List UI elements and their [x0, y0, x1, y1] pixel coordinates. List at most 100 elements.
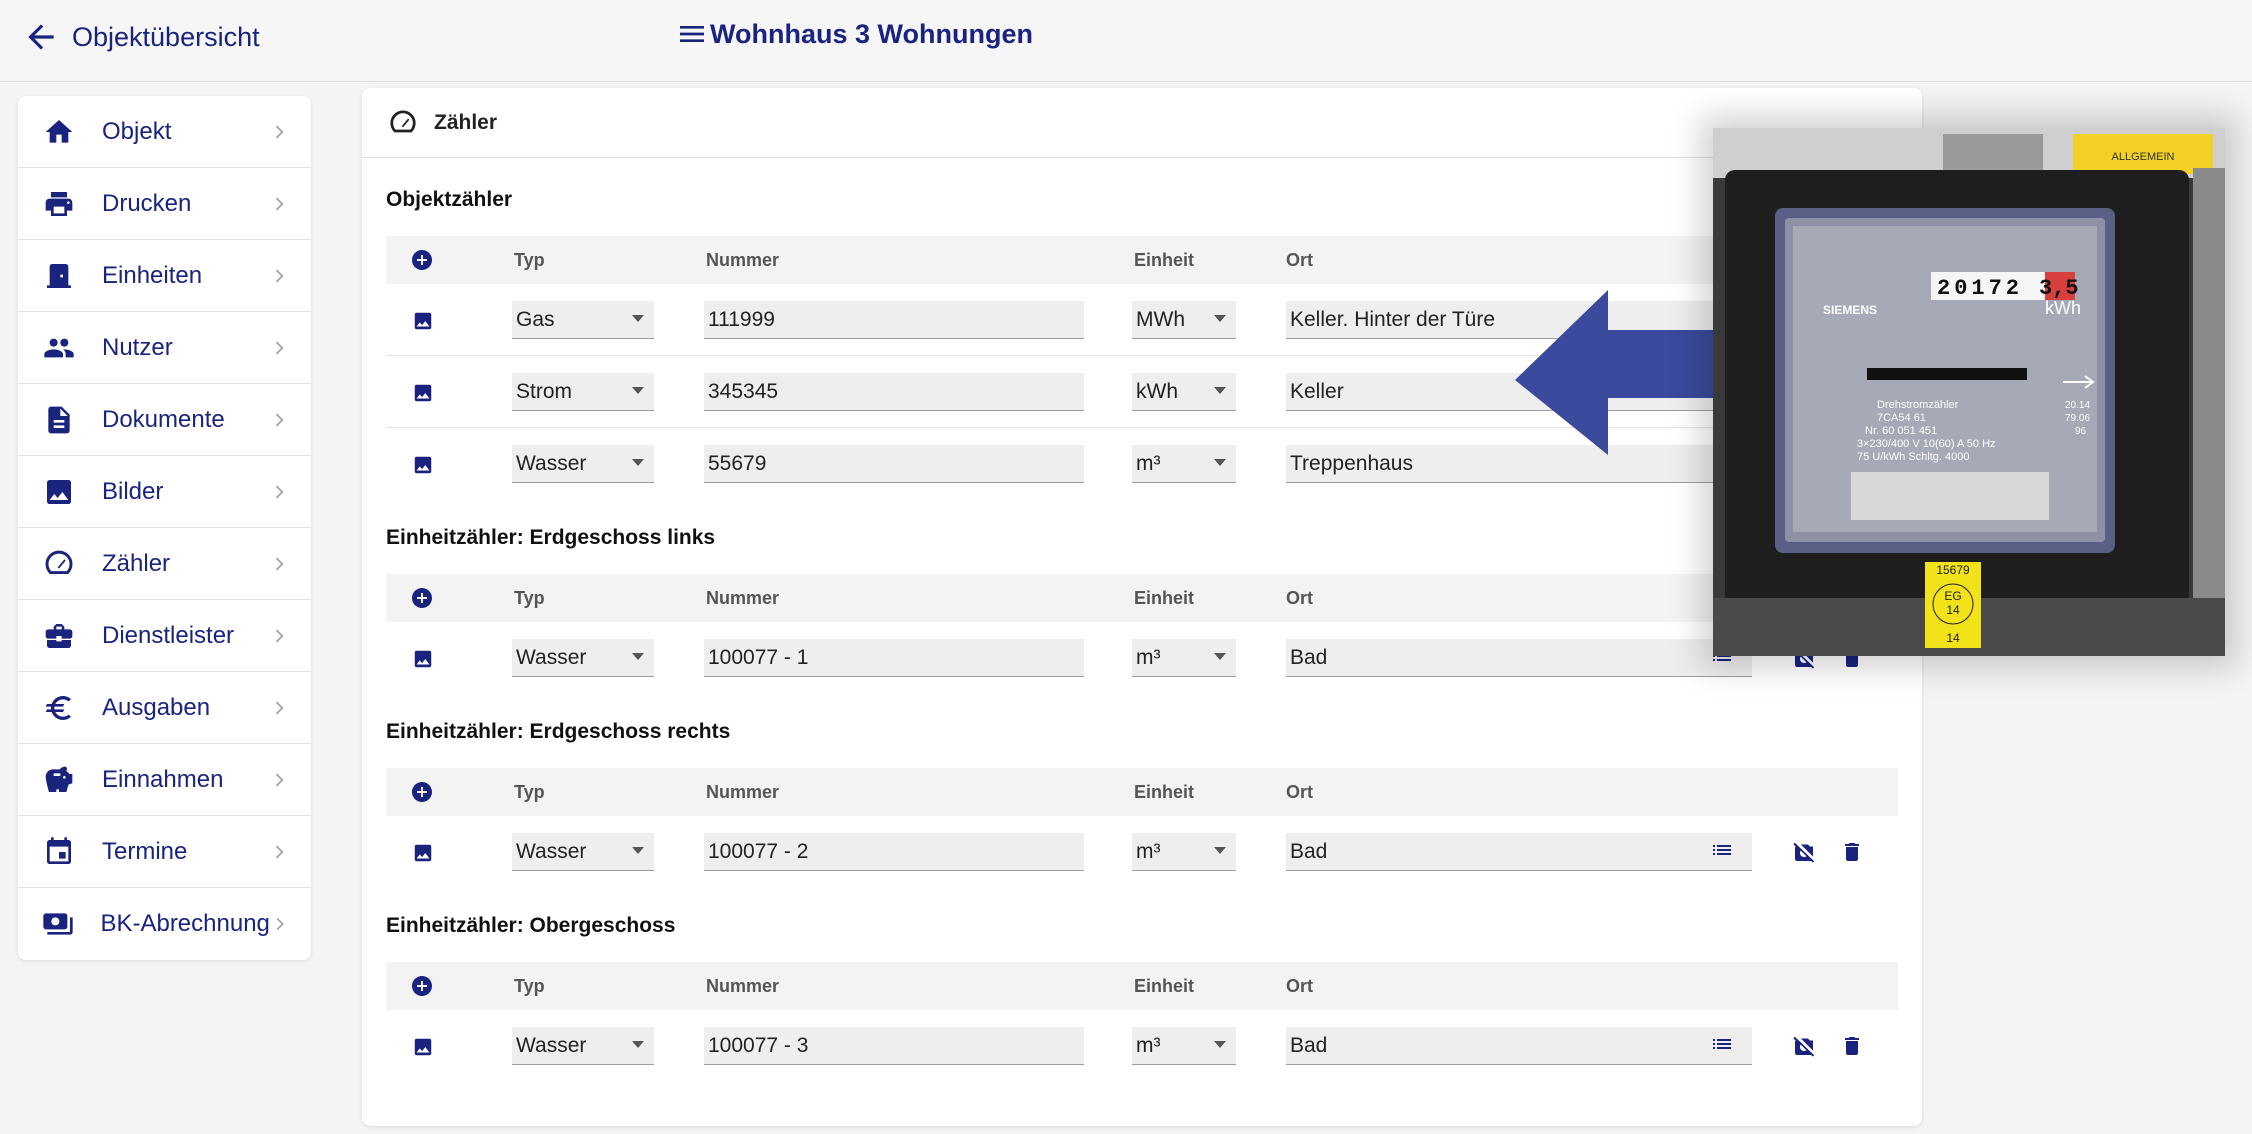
brand-label: SIEMENS: [1823, 303, 1877, 317]
typ-value: Wasser: [516, 452, 587, 475]
add-circle-icon[interactable]: [410, 586, 434, 610]
sidebar-item-drucken[interactable]: Drucken: [18, 168, 311, 240]
chevron-right-icon: [275, 485, 284, 498]
sidebar-item-label: Nutzer: [102, 333, 173, 361]
add-circle-icon[interactable]: [410, 248, 434, 272]
typ-value: Strom: [516, 380, 573, 403]
nummer-input[interactable]: 111999: [704, 301, 1084, 339]
column-header-nummer: Nummer: [706, 782, 780, 802]
image-icon[interactable]: [412, 310, 434, 332]
column-header-einheit: Einheit: [1134, 782, 1195, 802]
einheit-value: m³: [1136, 1034, 1161, 1057]
sidebar-item-label: Drucken: [102, 189, 192, 217]
image-icon[interactable]: [412, 454, 434, 476]
sidebar-item-ausgaben[interactable]: Ausgaben: [18, 672, 311, 744]
sticker-bottom: 14: [1946, 631, 1960, 645]
add-circle-icon[interactable]: [410, 974, 434, 998]
image-icon[interactable]: [412, 648, 434, 670]
meter-type: Drehstromzähler: [1877, 399, 1959, 411]
no-photo-icon[interactable]: [1792, 1034, 1816, 1058]
column-header-ort: Ort: [1286, 588, 1313, 608]
column-header-nummer: Nummer: [706, 588, 780, 608]
einheit-value: m³: [1136, 452, 1161, 475]
image-icon[interactable]: [412, 1036, 434, 1058]
typ-value: Gas: [516, 308, 555, 331]
sidebar-item-dokumente[interactable]: Dokumente: [18, 384, 311, 456]
image-icon[interactable]: [412, 842, 434, 864]
sidebar-item-dienstleister[interactable]: Dienstleister: [18, 600, 311, 672]
typ-select[interactable]: Strom: [512, 373, 654, 411]
sidebar-item-einnahmen[interactable]: Einnahmen: [18, 744, 311, 816]
typ-select[interactable]: Wasser: [512, 833, 654, 871]
sidebar-item-termine[interactable]: Termine: [18, 816, 311, 888]
card-header: Zähler: [362, 88, 1922, 158]
add-circle-icon[interactable]: [410, 780, 434, 804]
sidebar-item-objekt[interactable]: Objekt: [18, 96, 311, 168]
einheit-select[interactable]: kWh: [1132, 373, 1236, 411]
sidebar-item-bilder[interactable]: Bilder: [18, 456, 311, 528]
einheit-select[interactable]: m³: [1132, 1027, 1236, 1065]
nummer-input[interactable]: 55679: [704, 445, 1084, 483]
sidebar-item-label: Dokumente: [102, 405, 225, 433]
no-photo-icon[interactable]: [1792, 840, 1816, 864]
home-icon: [42, 115, 76, 149]
trash-icon[interactable]: [1840, 1034, 1864, 1058]
einheit-select[interactable]: m³: [1132, 639, 1236, 677]
back-label: Objektübersicht: [72, 21, 260, 52]
list-icon[interactable]: [1710, 1032, 1734, 1056]
sidebar-item-einheiten[interactable]: Einheiten: [18, 240, 311, 312]
piggy-bank-icon: [42, 763, 76, 797]
typ-select[interactable]: Wasser: [512, 445, 654, 483]
dropdown-arrow-icon: [632, 847, 644, 854]
ort-input[interactable]: Bad: [1286, 1027, 1752, 1065]
nummer-input[interactable]: 100077 - 1: [704, 639, 1084, 677]
list-icon[interactable]: [1710, 838, 1734, 862]
briefcase-icon: [42, 619, 76, 653]
section-title: Einheitzähler: Erdgeschoss rechts: [386, 720, 731, 743]
typ-select[interactable]: Wasser: [512, 1027, 654, 1065]
typ-value: Wasser: [516, 646, 587, 669]
ort-input[interactable]: Bad: [1286, 639, 1752, 677]
nummer-input[interactable]: 345345: [704, 373, 1084, 411]
speedometer-icon: [390, 110, 416, 132]
section-title: Einheitzähler: Obergeschoss: [386, 914, 676, 937]
einheit-select[interactable]: MWh: [1132, 301, 1236, 339]
column-header-einheit: Einheit: [1134, 250, 1195, 270]
page-title: Wohnhaus 3 Wohnungen: [710, 18, 1033, 49]
ort-input[interactable]: Bad: [1286, 833, 1752, 871]
image-icon[interactable]: [412, 382, 434, 404]
einheit-value: MWh: [1136, 308, 1185, 331]
sidebar-item-label: Ausgaben: [102, 693, 211, 721]
nummer-input[interactable]: 100077 - 3: [704, 1027, 1084, 1065]
sidebar: Objekt Drucken Einheiten Nutzer Dokument…: [18, 96, 311, 960]
typ-select[interactable]: Wasser: [512, 639, 654, 677]
dropdown-arrow-icon: [632, 1041, 644, 1048]
chevron-right-icon: [275, 701, 284, 714]
euro-icon: [42, 691, 76, 725]
sidebar-item-nutzer[interactable]: Nutzer: [18, 312, 311, 384]
sidebar-item-label: Zähler: [102, 549, 171, 577]
column-header-typ: Typ: [514, 588, 545, 608]
sidebar-item-label: Termine: [102, 837, 188, 865]
billing-icon: [42, 907, 74, 941]
column-header-nummer: Nummer: [706, 976, 780, 996]
typ-select[interactable]: Gas: [512, 301, 654, 339]
counter-digits: 20172: [1937, 276, 2023, 301]
printer-icon: [42, 187, 76, 221]
dropdown-arrow-icon: [1214, 847, 1226, 854]
einheit-select[interactable]: m³: [1132, 445, 1236, 483]
nummer-input[interactable]: 100077 - 2: [704, 833, 1084, 871]
chevron-right-icon: [275, 413, 284, 426]
unit-label: kWh: [2045, 298, 2081, 318]
column-header-ort: Ort: [1286, 976, 1313, 996]
trash-icon[interactable]: [1840, 840, 1864, 864]
sidebar-item-bk-abrechnung[interactable]: BK-Abrechnung: [18, 888, 311, 960]
table-header: Typ Nummer Einheit Ort: [386, 768, 1898, 816]
einheit-value: kWh: [1136, 380, 1178, 403]
menu-icon[interactable]: [676, 18, 708, 50]
einheit-select[interactable]: m³: [1132, 833, 1236, 871]
dropdown-arrow-icon: [632, 653, 644, 660]
sidebar-item-zaehler[interactable]: Zähler: [18, 528, 311, 600]
back-button[interactable]: Objektübersicht: [22, 18, 260, 56]
calendar-icon: [42, 835, 76, 869]
